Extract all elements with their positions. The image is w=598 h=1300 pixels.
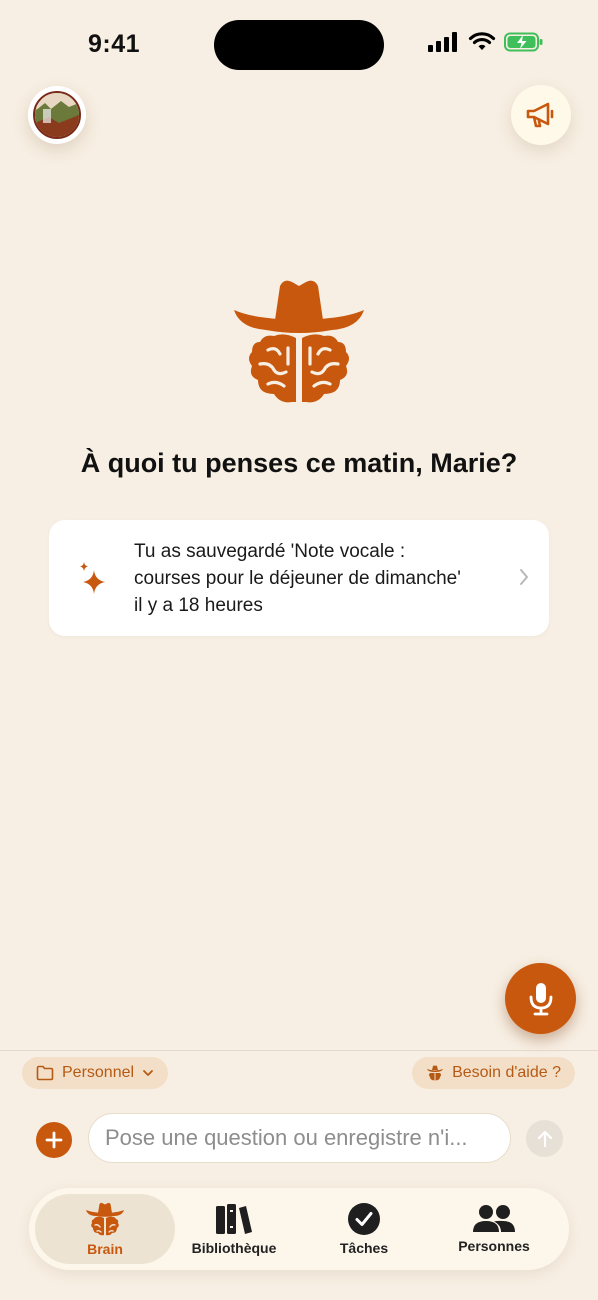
question-input[interactable] (88, 1113, 511, 1163)
tab-brain-label: Brain (87, 1241, 123, 1257)
folder-selector-label: Personnel (62, 1064, 135, 1081)
status-bar: 9:41 (0, 0, 598, 90)
arrow-up-icon (537, 1130, 552, 1147)
add-attachment-button[interactable] (36, 1122, 72, 1158)
status-time: 9:41 (88, 30, 141, 58)
recent-note-card[interactable]: Tu as sauvegardé 'Note vocale : courses … (49, 520, 549, 636)
help-button[interactable]: Besoin d'aide ? (412, 1057, 575, 1089)
status-icons (428, 32, 544, 52)
tab-people-label: Personnes (458, 1238, 530, 1254)
wifi-icon (468, 32, 496, 50)
voice-record-button[interactable] (505, 963, 576, 1034)
chevron-down-icon (143, 1070, 153, 1076)
profile-avatar-button[interactable] (28, 86, 86, 144)
books-icon (216, 1204, 252, 1234)
help-button-label: Besoin d'aide ? (452, 1064, 561, 1081)
plus-icon (45, 1131, 63, 1149)
announcements-button[interactable] (511, 85, 571, 145)
cellular-signal-icon (428, 32, 457, 52)
cowboy-brain-small-icon (427, 1065, 444, 1081)
cowboy-brain-logo (234, 280, 364, 403)
checkmark-circle-icon (348, 1203, 380, 1235)
recent-note-text: Tu as sauvegardé 'Note vocale : courses … (134, 541, 461, 616)
tab-brain[interactable]: Brain (35, 1194, 175, 1264)
tab-library-label: Bibliothèque (191, 1240, 277, 1256)
megaphone-icon (526, 102, 554, 128)
cowboy-brain-icon (86, 1202, 124, 1236)
microphone-icon (529, 982, 552, 1015)
composer-divider (0, 1050, 598, 1051)
tab-bar: Brain Bibliothèque Tâches Personnes (29, 1188, 569, 1270)
send-button[interactable] (526, 1120, 563, 1157)
tab-tasks[interactable]: Tâches (304, 1194, 424, 1264)
sparkle-icon (80, 562, 105, 594)
battery-charging-icon (504, 32, 543, 52)
tab-library[interactable]: Bibliothèque (179, 1194, 289, 1264)
folder-selector[interactable]: Personnel (22, 1057, 169, 1089)
avatar-photo (33, 91, 81, 139)
tab-people[interactable]: Personnes (434, 1194, 554, 1264)
people-icon (473, 1205, 515, 1232)
greeting-heading: À quoi tu penses ce matin, Marie? (80, 448, 518, 478)
tab-tasks-label: Tâches (339, 1240, 389, 1256)
chevron-right-icon (520, 569, 528, 585)
dynamic-island (214, 20, 384, 70)
folder-icon (36, 1065, 54, 1081)
